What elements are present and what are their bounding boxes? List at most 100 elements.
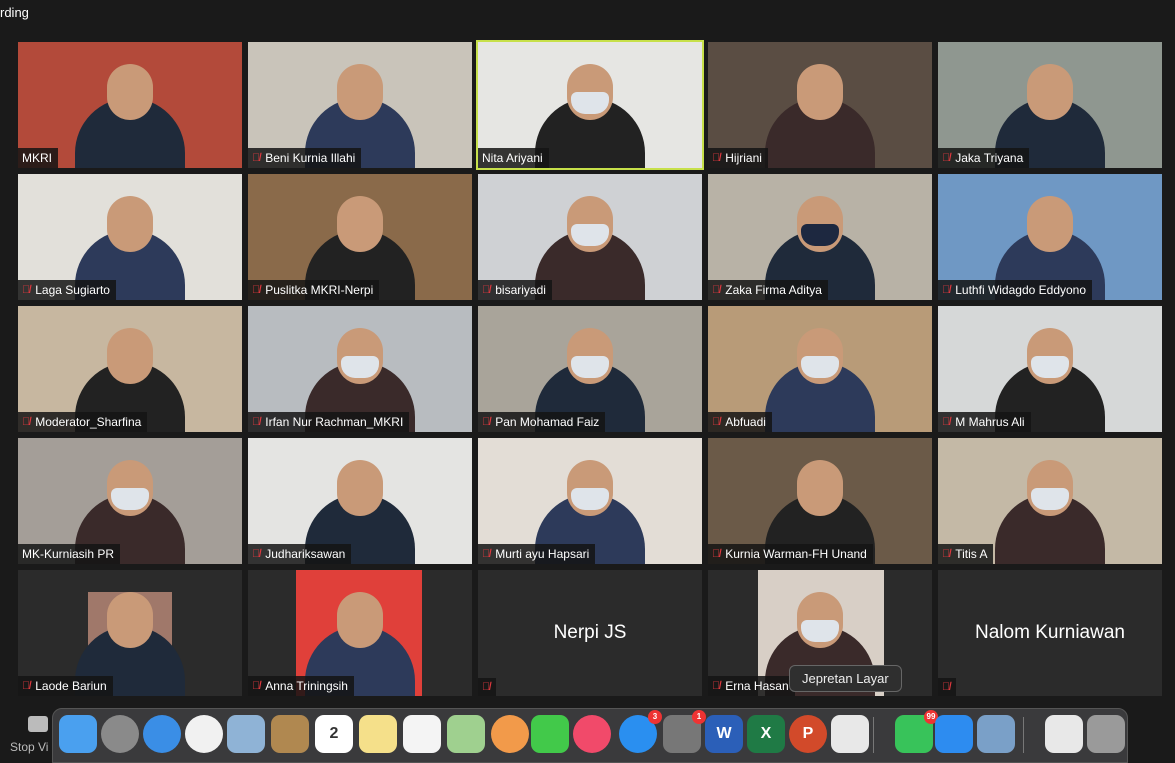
muted-microphone-icon: 🎙̸ xyxy=(942,548,951,560)
muted-microphone-icon: 🎙̸ xyxy=(942,681,951,693)
face-mask xyxy=(801,356,839,378)
facetime-icon[interactable] xyxy=(531,715,569,753)
reminders-icon[interactable] xyxy=(403,715,441,753)
notes-icon[interactable] xyxy=(359,715,397,753)
participant-name-label: MK-Kurniasih PR xyxy=(18,544,121,564)
muted-microphone-icon: 🎙̸ xyxy=(712,284,721,296)
face-mask xyxy=(571,224,609,246)
trash-icon[interactable] xyxy=(1087,715,1125,753)
document-icon[interactable] xyxy=(1045,715,1083,753)
screenshot-icon[interactable] xyxy=(831,715,869,753)
participant-name: Irfan Nur Rachman_MKRI xyxy=(265,415,404,429)
photos-icon[interactable] xyxy=(491,715,529,753)
participant-name: Erna Hasan xyxy=(725,679,789,693)
participant-head xyxy=(337,460,383,516)
participant-tile[interactable]: 🎙̸ Beni Kurnia Illahi xyxy=(248,42,472,168)
powerpoint-icon[interactable]: P xyxy=(789,715,827,753)
participant-tile[interactable]: 🎙̸ Murti ayu Hapsari xyxy=(478,438,702,564)
app-icon-glyph: W xyxy=(716,725,732,742)
participant-name-label: 🎙̸ Erna Hasan xyxy=(708,676,795,696)
participant-name-label: 🎙̸ Irfan Nur Rachman_MKRI xyxy=(248,412,410,432)
participant-name: Beni Kurnia Illahi xyxy=(265,151,356,165)
participant-tile[interactable]: 🎙̸ Kurnia Warman-FH Unand xyxy=(708,438,932,564)
participant-name-label: 🎙̸ Anna Triningsih xyxy=(248,676,354,696)
participant-name: Murti ayu Hapsari xyxy=(495,547,590,561)
face-mask xyxy=(111,488,149,510)
participant-tile[interactable]: MKRI xyxy=(18,42,242,168)
dock-tooltip: Jepretan Layar xyxy=(789,665,902,692)
participant-name: Hijriani xyxy=(725,151,762,165)
finder-icon[interactable] xyxy=(59,715,97,753)
participant-tile[interactable]: 🎙̸ Irfan Nur Rachman_MKRI xyxy=(248,306,472,432)
maps-icon[interactable] xyxy=(447,715,485,753)
participant-name-label: Nita Ariyani xyxy=(478,148,549,168)
whatsapp-icon[interactable]: 99 xyxy=(895,710,938,753)
system-preferences-icon[interactable]: 1 xyxy=(663,710,706,753)
participant-name: Kurnia Warman-FH Unand xyxy=(725,547,867,561)
participant-name: Judhariksawan xyxy=(265,547,346,561)
app-store-icon[interactable]: 3 xyxy=(619,710,662,753)
participant-name-label: 🎙̸ Pan Mohamad Faiz xyxy=(478,412,606,432)
participant-tile[interactable]: 🎙̸ Puslitka MKRI-Nerpi xyxy=(248,174,472,300)
safari-icon[interactable] xyxy=(143,715,181,753)
calendar-icon[interactable]: 2 xyxy=(315,715,353,753)
participant-name-label: 🎙̸ xyxy=(478,678,497,696)
participant-display-name: Nalom Kurniawan xyxy=(975,622,1125,643)
participant-name: Titis A xyxy=(955,547,988,561)
participant-tile[interactable]: 🎙̸ Zaka Firma Aditya xyxy=(708,174,932,300)
preview-icon[interactable] xyxy=(977,715,1015,753)
muted-microphone-icon: 🎙̸ xyxy=(252,152,261,164)
launchpad-icon[interactable] xyxy=(101,715,139,753)
muted-microphone-icon: 🎙̸ xyxy=(22,680,31,692)
participant-tile[interactable]: 🎙̸ Jaka Triyana xyxy=(938,42,1162,168)
participant-tile[interactable]: 🎙̸ Laode Bariun xyxy=(18,570,242,696)
music-icon[interactable] xyxy=(573,715,611,753)
participant-tile[interactable]: 🎙̸ Abfuadi xyxy=(708,306,932,432)
participant-tile[interactable]: 🎙̸ Moderator_Sharfina xyxy=(18,306,242,432)
participant-name-label: 🎙̸ Titis A xyxy=(938,544,994,564)
participant-name-label: MKRI xyxy=(18,148,58,168)
participant-name-label: 🎙̸ Laode Bariun xyxy=(18,676,113,696)
participant-name-label: 🎙̸ Zaka Firma Aditya xyxy=(708,280,828,300)
zoom-icon[interactable] xyxy=(935,715,973,753)
participant-tile[interactable]: 🎙̸ Judhariksawan xyxy=(248,438,472,564)
chrome-icon[interactable] xyxy=(185,715,223,753)
app-icon-glyph: P xyxy=(802,725,814,742)
participant-head xyxy=(107,592,153,648)
participant-tile[interactable]: 🎙̸ Luthfi Widagdo Eddyono xyxy=(938,174,1162,300)
participant-name-label: 🎙̸ M Mahrus Ali xyxy=(938,412,1031,432)
muted-microphone-icon: 🎙̸ xyxy=(252,284,261,296)
muted-microphone-icon: 🎙̸ xyxy=(712,152,721,164)
excel-icon[interactable]: X xyxy=(747,715,785,753)
app-icon-glyph: X xyxy=(760,725,772,742)
face-mask xyxy=(801,620,839,642)
participant-name-label: 🎙̸ Laga Sugiarto xyxy=(18,280,116,300)
participant-name: MKRI xyxy=(22,151,52,165)
participant-tile[interactable]: 🎙̸ Hijriani xyxy=(708,42,932,168)
notification-badge: 3 xyxy=(648,710,662,724)
participant-tile[interactable]: 🎙̸ M Mahrus Ali xyxy=(938,306,1162,432)
contacts-icon[interactable] xyxy=(271,715,309,753)
participant-head xyxy=(337,592,383,648)
participant-tile[interactable]: 🎙̸ bisariyadi xyxy=(478,174,702,300)
participant-tile[interactable]: 🎙̸ Laga Sugiarto xyxy=(18,174,242,300)
participant-tile[interactable]: 🎙̸ Titis A xyxy=(938,438,1162,564)
participant-tile[interactable]: Nerpi JS 🎙̸ xyxy=(478,570,702,696)
word-icon[interactable]: W xyxy=(705,715,743,753)
participant-name-label: 🎙̸ Puslitka MKRI-Nerpi xyxy=(248,280,380,300)
participant-tile[interactable]: MK-Kurniasih PR xyxy=(18,438,242,564)
participant-tile[interactable]: Nalom Kurniawan 🎙̸ xyxy=(938,570,1162,696)
participant-tile[interactable]: 🎙̸ Pan Mohamad Faiz xyxy=(478,306,702,432)
stop-video-button[interactable]: Stop Vi xyxy=(10,740,48,754)
muted-microphone-icon: 🎙̸ xyxy=(942,284,951,296)
video-camera-icon[interactable] xyxy=(28,716,48,732)
participant-head xyxy=(1027,64,1073,120)
participant-name: Anna Triningsih xyxy=(265,679,348,693)
participant-name: Nita Ariyani xyxy=(482,151,543,165)
mail-icon[interactable] xyxy=(227,715,265,753)
participant-head xyxy=(107,64,153,120)
participant-head xyxy=(1027,196,1073,252)
face-mask xyxy=(341,356,379,378)
participant-tile[interactable]: 🎙̸ Anna Triningsih xyxy=(248,570,472,696)
participant-tile[interactable]: Nita Ariyani xyxy=(476,40,704,170)
